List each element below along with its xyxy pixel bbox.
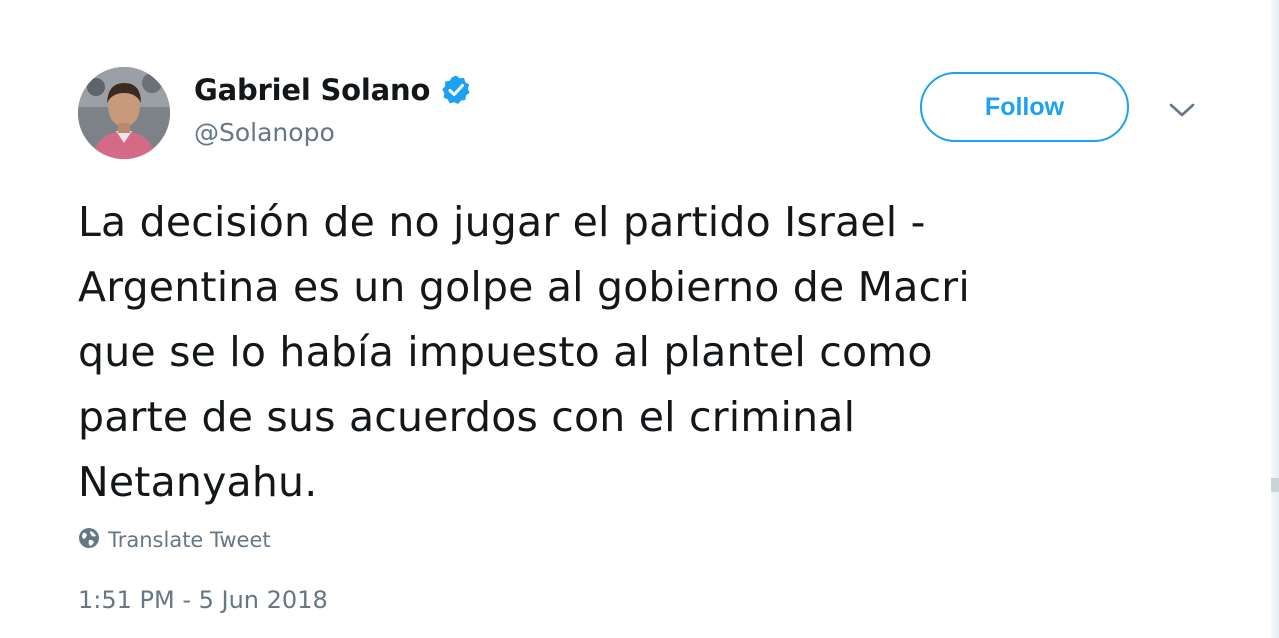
verified-badge-icon bbox=[440, 74, 472, 106]
tweet-timestamp[interactable]: 1:51 PM - 5 Jun 2018 bbox=[78, 586, 328, 614]
tweet-card: Gabriel Solano @Solanopo Follow La decis… bbox=[0, 0, 1279, 638]
scrollbar-track[interactable] bbox=[1271, 0, 1279, 638]
follow-button[interactable]: Follow bbox=[920, 72, 1129, 142]
globe-icon bbox=[78, 527, 100, 553]
user-handle[interactable]: @Solanopo bbox=[194, 118, 335, 147]
tweet-text-line: Argentina es un golpe al gobierno de Mac… bbox=[78, 263, 970, 311]
translate-label: Translate Tweet bbox=[108, 528, 271, 552]
tweet-text-line: que se lo había impuesto al plantel como bbox=[78, 328, 933, 376]
tweet-text-line: Netanyahu. bbox=[78, 458, 318, 506]
chevron-down-icon[interactable] bbox=[1166, 96, 1198, 124]
display-name[interactable]: Gabriel Solano bbox=[194, 73, 430, 107]
user-name-row: Gabriel Solano bbox=[194, 70, 472, 110]
tweet-text-line: La decisión de no jugar el partido Israe… bbox=[78, 198, 926, 246]
scrollbar-thumb[interactable] bbox=[1271, 478, 1279, 492]
tweet-text-line: parte de sus acuerdos con el criminal bbox=[78, 393, 856, 441]
tweet-text: La decisión de no jugar el partido Israe… bbox=[78, 190, 1198, 515]
avatar[interactable] bbox=[78, 67, 170, 159]
translate-tweet-link[interactable]: Translate Tweet bbox=[78, 527, 271, 553]
